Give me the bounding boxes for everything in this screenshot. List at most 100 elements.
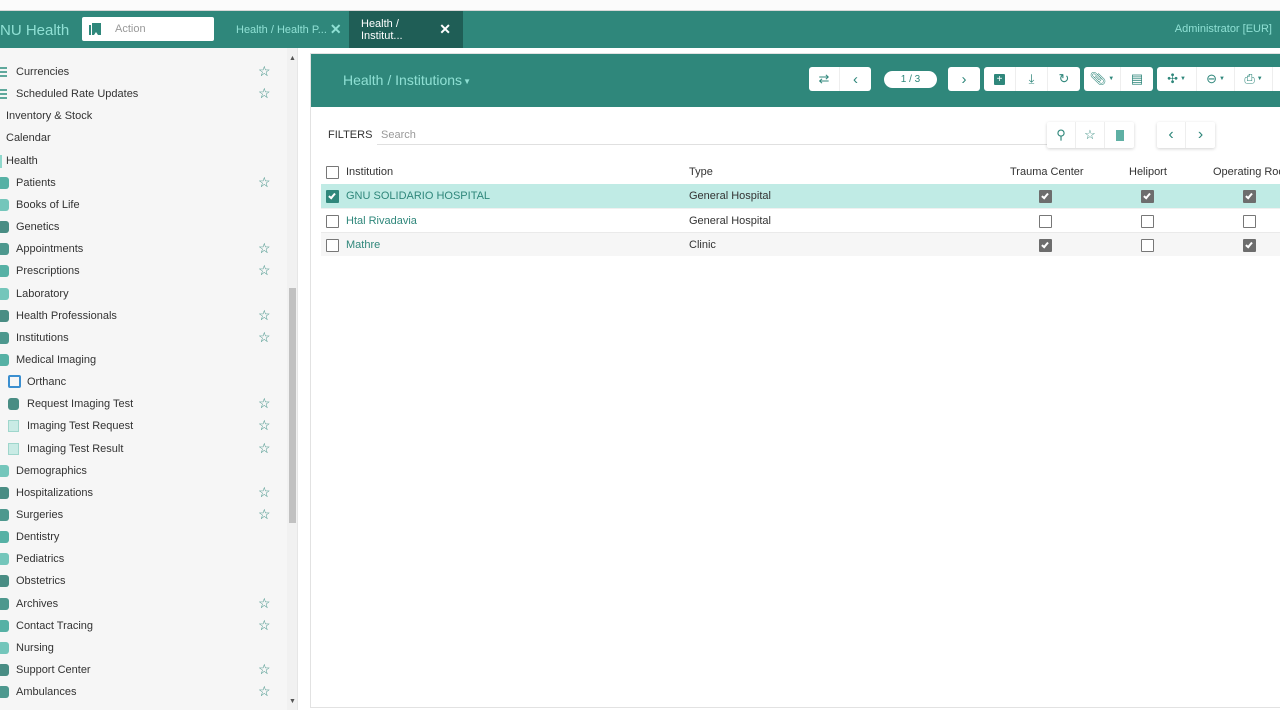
caret-down-icon: ▼ bbox=[463, 76, 471, 86]
sidebar-item-inventory-stock[interactable]: Inventory & Stock bbox=[0, 105, 286, 127]
email-button[interactable] bbox=[1273, 67, 1280, 91]
sidebar-item-nursing[interactable]: Nursing bbox=[0, 637, 286, 659]
switch-view-button[interactable]: ⇄ bbox=[809, 67, 840, 91]
institution-type: Clinic bbox=[689, 239, 716, 251]
new-record-button[interactable]: + bbox=[984, 67, 1016, 91]
favorite-star-icon[interactable]: ☆ bbox=[258, 684, 271, 698]
column-institution[interactable]: Institution bbox=[346, 160, 393, 184]
table-row[interactable]: Htal Rivadavia General Hospital bbox=[321, 208, 1280, 232]
favorite-star-icon[interactable]: ☆ bbox=[258, 308, 271, 322]
favorite-star-icon[interactable]: ☆ bbox=[258, 618, 271, 632]
tab-health-professionals[interactable]: Health / Health P... ✕ bbox=[224, 11, 354, 48]
action-search[interactable] bbox=[82, 17, 214, 41]
saved-filters-button[interactable] bbox=[1105, 122, 1134, 148]
tab-label: Health / Institut... bbox=[361, 17, 403, 42]
row-select-checkbox[interactable] bbox=[326, 190, 339, 203]
attachment-button[interactable]: 📎︎ ▼ bbox=[1084, 67, 1121, 91]
sidebar-item-support-center[interactable]: Support Center ☆ bbox=[0, 659, 286, 681]
institution-name[interactable]: Htal Rivadavia bbox=[346, 209, 417, 233]
table-row[interactable]: GNU SOLIDARIO HOSPITAL General Hospital bbox=[321, 184, 1280, 208]
favorite-star-icon[interactable]: ☆ bbox=[258, 241, 271, 255]
clock-icon bbox=[0, 243, 9, 256]
next-record-button[interactable]: › bbox=[948, 67, 980, 91]
favorite-star-icon[interactable]: ☆ bbox=[258, 507, 271, 521]
filters-label[interactable]: FILTERS bbox=[328, 129, 372, 141]
sidebar-item-surgeries[interactable]: Surgeries ☆ bbox=[0, 504, 286, 526]
sidebar-item-orthanc[interactable]: Orthanc bbox=[0, 371, 286, 393]
relate-button[interactable]: ⊖ ▼ bbox=[1197, 67, 1235, 91]
favorite-star-icon[interactable]: ☆ bbox=[258, 396, 271, 410]
sidebar-item-laboratory[interactable]: Laboratory bbox=[0, 283, 286, 305]
tab-institutions[interactable]: Health / Institut... ✕ bbox=[349, 11, 463, 48]
search-input[interactable] bbox=[377, 125, 1047, 145]
favorite-star-icon[interactable]: ☆ bbox=[258, 175, 271, 189]
sidebar-item-calendar[interactable]: Calendar bbox=[0, 127, 286, 149]
institution-name[interactable]: Mathre bbox=[346, 233, 380, 257]
ambulance-icon bbox=[0, 686, 9, 699]
reload-button[interactable]: ↻ bbox=[1048, 67, 1080, 91]
notes-button[interactable]: ▤ bbox=[1121, 67, 1153, 91]
favorite-star-icon[interactable]: ☆ bbox=[258, 441, 271, 455]
favorite-star-icon[interactable]: ☆ bbox=[258, 86, 271, 100]
column-trauma-center[interactable]: Trauma Center bbox=[1010, 160, 1084, 184]
fan-icon: ✣ bbox=[1167, 71, 1178, 86]
record-pager[interactable]: 1 / 3 bbox=[884, 71, 937, 88]
sidebar-item-books-of-life[interactable]: Books of Life bbox=[0, 194, 286, 216]
bookmark-filter-button[interactable]: ☆ bbox=[1076, 122, 1105, 148]
sidebar-item-institutions[interactable]: Institutions ☆ bbox=[0, 327, 286, 349]
row-select-checkbox[interactable] bbox=[326, 239, 339, 252]
row-select-checkbox[interactable] bbox=[326, 215, 339, 228]
print-button[interactable]: ⎙ ▼ bbox=[1235, 67, 1273, 91]
scroll-up-arrow-icon[interactable]: ▲ bbox=[289, 55, 296, 63]
nurse-icon bbox=[0, 641, 9, 654]
favorite-star-icon[interactable]: ☆ bbox=[258, 662, 271, 676]
sidebar-item-currencies[interactable]: Currencies ☆ bbox=[0, 61, 286, 83]
column-type[interactable]: Type bbox=[689, 160, 713, 184]
sidebar-item-dentistry[interactable]: Dentistry bbox=[0, 526, 286, 548]
user-menu[interactable]: Administrator [EUR] bbox=[1175, 23, 1272, 35]
save-button[interactable]: ⤓ bbox=[1016, 67, 1048, 91]
favorite-star-icon[interactable]: ☆ bbox=[258, 330, 271, 344]
favorite-star-icon[interactable]: ☆ bbox=[258, 64, 271, 78]
sidebar-item-patients[interactable]: Patients ☆ bbox=[0, 172, 286, 194]
record-actions-group: + ⤓ ↻ bbox=[984, 67, 1080, 91]
search-button[interactable]: ⚲ bbox=[1047, 122, 1076, 148]
sidebar-item-genetics[interactable]: Genetics bbox=[0, 216, 286, 238]
select-all-checkbox[interactable] bbox=[326, 166, 339, 179]
close-icon[interactable]: ✕ bbox=[330, 21, 342, 38]
column-operating-room[interactable]: Operating Roo bbox=[1213, 160, 1280, 184]
sidebar-item-health[interactable]: Health bbox=[0, 150, 286, 172]
sidebar-item-imaging-test-request[interactable]: Imaging Test Request ☆ bbox=[0, 415, 286, 437]
sidebar-item-demographics[interactable]: Demographics bbox=[0, 460, 286, 482]
page-title[interactable]: Health / Institutions▼ bbox=[343, 72, 471, 88]
favorite-star-icon[interactable]: ☆ bbox=[258, 596, 271, 610]
next-page-button[interactable]: › bbox=[1186, 122, 1215, 148]
previous-record-button[interactable]: ‹ bbox=[840, 67, 871, 91]
favorite-star-icon[interactable]: ☆ bbox=[258, 418, 271, 432]
brand-logo[interactable]: NU Health bbox=[0, 22, 69, 39]
sidebar-item-prescriptions[interactable]: Prescriptions ☆ bbox=[0, 260, 286, 282]
close-icon[interactable]: ✕ bbox=[439, 21, 451, 38]
sidebar-item-ambulances[interactable]: Ambulances ☆ bbox=[0, 681, 286, 703]
column-heliport[interactable]: Heliport bbox=[1129, 160, 1167, 184]
sidebar-item-pediatrics[interactable]: Pediatrics bbox=[0, 548, 286, 570]
action-input[interactable] bbox=[115, 23, 205, 35]
favorite-star-icon[interactable]: ☆ bbox=[258, 263, 271, 277]
sidebar-item-imaging-test-result[interactable]: Imaging Test Result ☆ bbox=[0, 438, 286, 460]
favorite-star-icon[interactable]: ☆ bbox=[258, 485, 271, 499]
institution-name[interactable]: GNU SOLIDARIO HOSPITAL bbox=[346, 184, 490, 208]
scroll-down-arrow-icon[interactable]: ▼ bbox=[289, 698, 296, 706]
sidebar-item-archives[interactable]: Archives ☆ bbox=[0, 593, 286, 615]
sidebar-item-hospitalizations[interactable]: Hospitalizations ☆ bbox=[0, 482, 286, 504]
sidebar-item-medical-imaging[interactable]: Medical Imaging bbox=[0, 349, 286, 371]
sidebar-item-scheduled-rate-updates[interactable]: Scheduled Rate Updates ☆ bbox=[0, 83, 286, 105]
action-button[interactable]: ✣ ▼ bbox=[1157, 67, 1197, 91]
sidebar-item-health-professionals[interactable]: Health Professionals ☆ bbox=[0, 305, 286, 327]
sidebar-item-appointments[interactable]: Appointments ☆ bbox=[0, 238, 286, 260]
sidebar-item-request-imaging-test[interactable]: Request Imaging Test ☆ bbox=[0, 393, 286, 415]
sidebar-item-obstetrics[interactable]: Obstetrics bbox=[0, 570, 286, 592]
sidebar-item-contact-tracing[interactable]: Contact Tracing ☆ bbox=[0, 615, 286, 637]
sidebar-scroll-thumb[interactable] bbox=[289, 288, 296, 523]
table-row[interactable]: Mathre Clinic bbox=[321, 232, 1280, 256]
previous-page-button[interactable]: ‹ bbox=[1157, 122, 1186, 148]
